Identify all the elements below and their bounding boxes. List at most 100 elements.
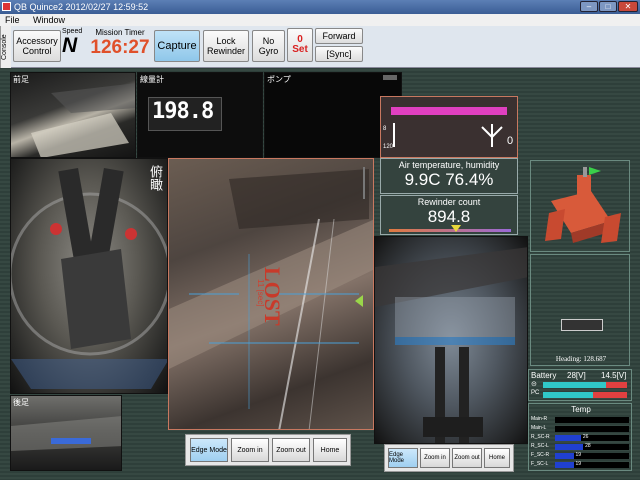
dose-value: 198.8 [152,99,214,124]
rewinder-box: Rewinder count 894.8 [380,195,518,235]
temp-row-track [555,462,629,468]
right-home-button[interactable]: Home [484,448,510,468]
heading-panel: Heading: 128.687 [530,254,630,366]
heading-robot-icon [561,319,603,331]
temp-row-track [555,435,629,441]
main-camera: LOST 11 [sec] [168,158,374,430]
temp-row-track [555,417,629,423]
temp-row-name: F_SC-R [531,452,550,458]
dose-meter-camera: 線量計 198.8 [137,72,263,158]
main-edge-mode-button[interactable]: Edge Mode [190,438,228,462]
temp-row-value: 26 [582,434,589,440]
temp-row-track [555,453,629,459]
battery-pc-label: PC [531,390,540,396]
temp-row-name: R_SC-R [531,434,550,440]
sync-button[interactable]: [Sync] [315,46,363,62]
battery-main-track [543,382,627,388]
right-camera [374,236,528,444]
temp-row-track [555,426,629,432]
battery-voltage-main: 28[V] [567,371,586,380]
no-gyro-button[interactable]: No Gyro [252,30,285,62]
temp-row-name: F_SC-L [531,461,549,467]
mission-timer: Mission Timer 126:27 [86,28,154,64]
rewinder-marker-icon [451,225,461,232]
set-button[interactable]: 0 Set [287,28,313,62]
pump-status-indicator [383,75,397,80]
robot-model-panel [530,160,630,252]
overhead-scene [11,167,167,389]
maximize-button[interactable]: □ [599,1,617,12]
lost-seconds: 11 [sec] [256,279,265,307]
speed-value: N [62,34,78,57]
dose-meter-label: 線量計 [140,75,164,84]
temp-panel: Temp Main-R Main-L R_SC-R 26 R_SC-L 28 F_SC-R 1… [528,403,632,471]
battery-voltage-sub: 14.5[V] [601,371,627,380]
temp-row-name: Main-L [531,425,547,431]
air-temperature-label: Air temperature, humidity [398,160,500,170]
temp-row-fill [555,453,574,459]
overhead-label: 俯瞰 [148,165,163,191]
battery-pc-fill [543,392,594,398]
app-icon [2,2,11,11]
temp-row-fill [555,462,574,468]
robot-model-icon [545,167,621,243]
temp-row-value: 28 [585,443,591,449]
air-temperature-box: Air temperature, humidity 9.9C 76.4% [380,158,518,194]
main-zoom-out-button[interactable]: Zoom out [272,438,310,462]
battery-panel: Battery 28[V] 14.5[V] ⊝ PC [528,369,632,401]
console-tab[interactable]: Console [0,26,11,68]
accessory-control-button[interactable]: Accessory Control [13,30,61,62]
temp-row-value: 19 [575,461,582,467]
menu-bar: File Window [0,14,640,26]
gauge-bar [391,107,507,115]
overhead-camera: 俯瞰 [10,158,168,394]
mission-timer-value: 126:27 [90,37,150,58]
temp-row-track [555,444,629,450]
front-leg-scene [31,83,135,157]
mission-timer-label: Mission Timer [95,28,145,37]
antenna-icon [481,124,503,147]
battery-pc-track [543,392,627,398]
rewinder-value: 894.8 [427,207,471,226]
right-edge-mode-button[interactable]: Edge Mode [388,448,418,468]
gauge-vertical-line [393,123,395,147]
forward-button[interactable]: Forward [315,28,363,44]
rewinder-label: Rewinder count [417,197,481,207]
main-zoom-in-button[interactable]: Zoom in [231,438,269,462]
right-zoom-in-button[interactable]: Zoom in [420,448,450,468]
temp-row-value: 19 [575,452,582,458]
right-zoom-out-button[interactable]: Zoom out [452,448,482,468]
gauge-panel: 8 120 0 [380,96,518,158]
window-title-bar: QB Quince2 2012/02/27 12:59:52 – □ ✕ [0,0,640,14]
front-leg-camera: 前足 [10,72,136,158]
main-home-button[interactable]: Home [313,438,347,462]
air-temperature-value: 9.9C 76.4% [404,170,494,189]
temp-row-name: Main-R [531,416,548,422]
heading-value: Heading: 128.687 [555,355,607,363]
right-camera-scene [375,247,527,443]
battery-main-fill [543,382,606,388]
front-leg-label: 前足 [13,75,29,84]
antenna-value: 0 [507,135,514,147]
set-label: Set [292,44,308,55]
rear-leg-label: 後足 [13,398,29,407]
minimize-button[interactable]: – [580,1,598,12]
speed-indicator: Speed N [62,28,84,64]
close-button[interactable]: ✕ [618,1,638,12]
pump-label: ポンプ [267,75,291,84]
temp-row-fill [555,435,581,441]
battery-robot-icon: ⊝ [531,381,537,388]
lock-rewinder-button[interactable]: Lock Rewinder [203,30,249,62]
window-title: QB Quince2 2012/02/27 12:59:52 [14,2,149,12]
rewinder-bar [389,229,511,232]
capture-button[interactable]: Capture [154,30,200,62]
temp-row-name: R_SC-L [531,443,549,449]
menu-window[interactable]: Window [33,15,65,25]
gauge-tick-top: 8 [383,126,387,132]
temp-row-fill [555,444,584,450]
menu-file[interactable]: File [5,15,20,25]
battery-label: Battery [531,371,557,380]
rear-leg-camera: 後足 [10,395,122,471]
temp-label: Temp [571,405,591,414]
gauge-tick-bottom: 120 [383,144,394,150]
